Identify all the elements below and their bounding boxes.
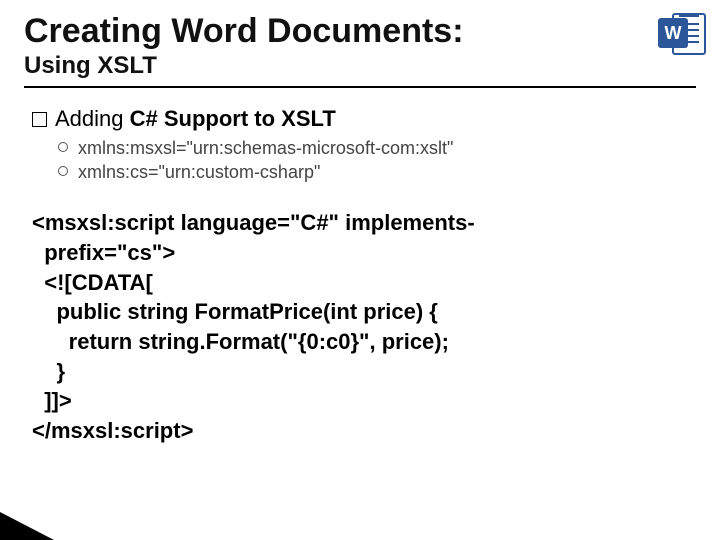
word-letter: W [665,23,682,44]
code-line: ]]> [32,388,72,413]
bullet-level2-item: xmlns:msxsl="urn:schemas-microsoft-com:x… [58,136,696,160]
bullet-level1: Adding C# Support to XSLT [32,106,696,132]
code-line: </msxsl:script> [32,418,193,443]
bullet-lead: Adding [55,106,124,131]
bullet-level1-text: Adding C# Support to XSLT [55,106,336,132]
code-line: return string.Format("{0:c0}", price); [32,329,449,354]
bullet-level2-item: xmlns:cs="urn:custom-csharp" [58,160,696,184]
slide-subtitle: Using XSLT [24,52,696,80]
slide-body: Adding C# Support to XSLT xmlns:msxsl="u… [24,106,696,446]
ring-icon [58,142,68,152]
code-line: prefix="cs"> [32,240,175,265]
code-line: <![CDATA[ [32,270,153,295]
word-app-icon: W [658,10,706,58]
bullet-level2-text: xmlns:msxsl="urn:schemas-microsoft-com:x… [78,136,453,160]
code-line: <msxsl:script language="C#" implements- [32,210,475,235]
ring-icon [58,166,68,176]
slide-title: Creating Word Documents: [24,14,696,50]
bullet-level2-list: xmlns:msxsl="urn:schemas-microsoft-com:x… [58,136,696,185]
code-block: <msxsl:script language="C#" implements- … [32,208,696,446]
code-line: public string FormatPrice(int price) { [32,299,438,324]
title-rule [24,86,696,88]
bullet-rest: C# Support to XSLT [124,106,336,131]
title-block: Creating Word Documents: Using XSLT [24,14,696,88]
bullet-level2-text: xmlns:cs="urn:custom-csharp" [78,160,320,184]
checkbox-icon [32,112,47,127]
code-line: } [32,359,65,384]
corner-triangle [0,512,54,540]
slide: W Creating Word Documents: Using XSLT Ad… [0,0,720,540]
word-square: W [658,18,688,48]
